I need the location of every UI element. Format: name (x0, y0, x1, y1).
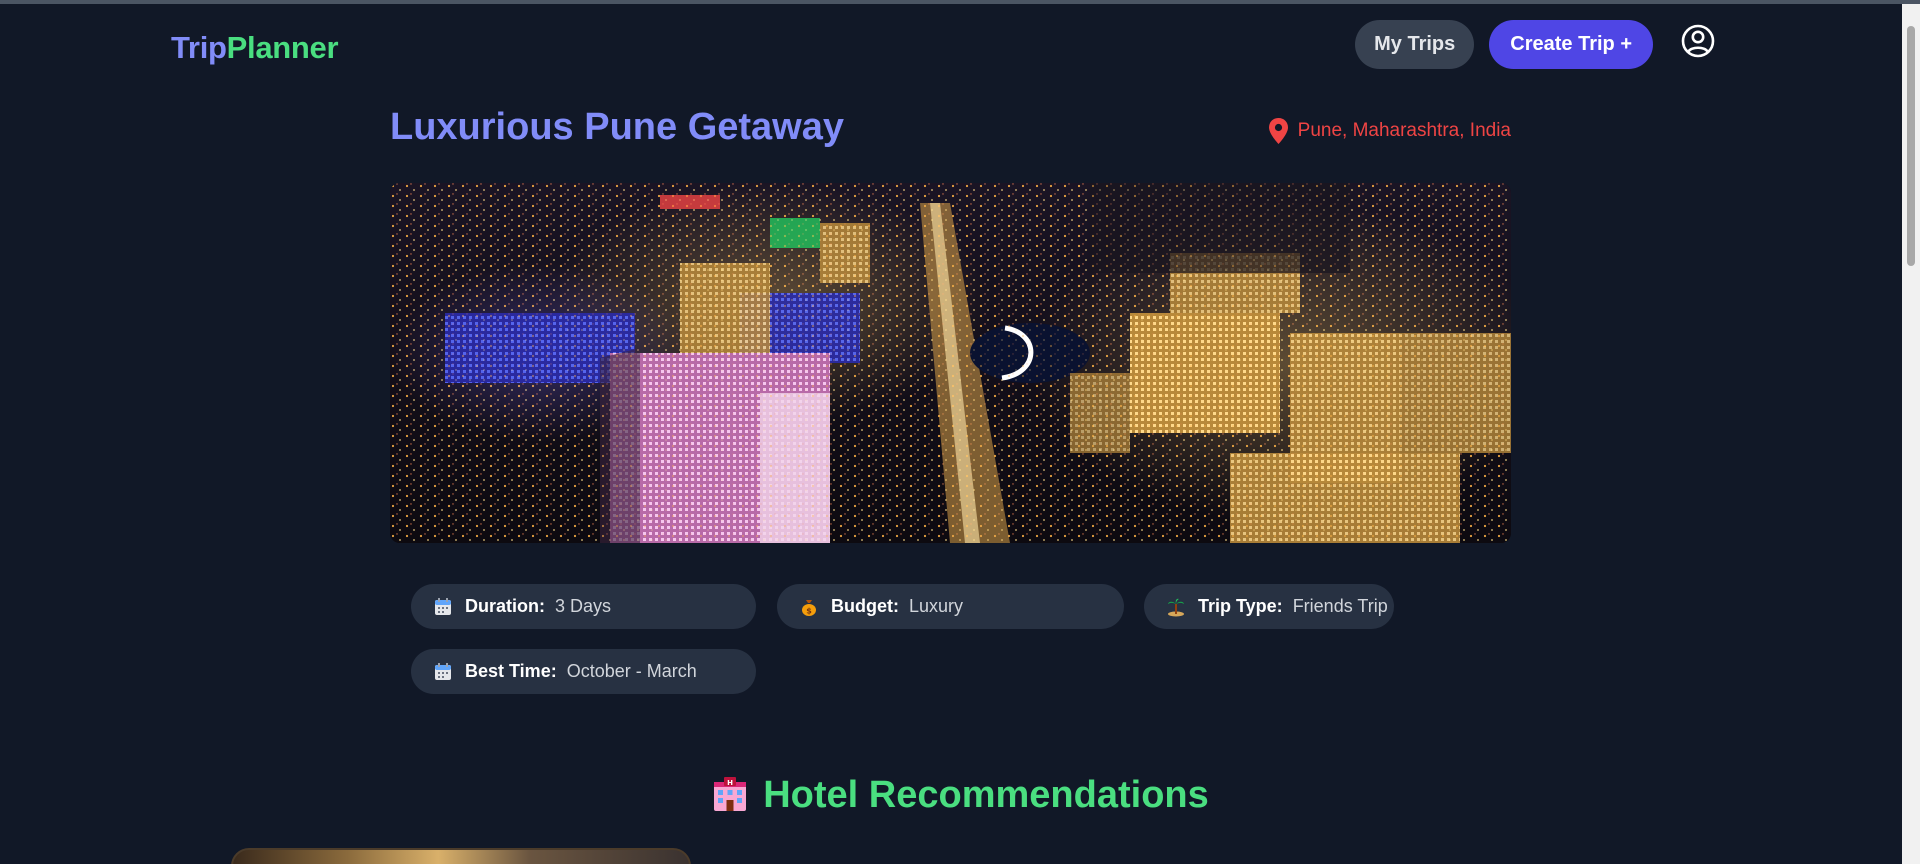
my-trips-button[interactable]: My Trips (1355, 20, 1475, 69)
svg-text:$: $ (806, 606, 812, 615)
user-circle-icon[interactable] (1678, 21, 1718, 61)
hotel-heading-text: Hotel Recommendations (763, 774, 1209, 816)
logo[interactable]: TripPlanner (171, 30, 339, 66)
trip-type-value: Friends Trip (1292, 596, 1388, 616)
hotel-icon: H (714, 777, 747, 811)
duration-label: Duration: (465, 596, 545, 616)
hotel-card[interactable] (231, 848, 691, 864)
top-nav: My Trips Create Trip + (1355, 20, 1718, 69)
hero-image (390, 183, 1511, 543)
calendar-icon (435, 662, 451, 680)
page-scrollbar[interactable] (1902, 4, 1920, 864)
map-pin-icon (1268, 118, 1288, 144)
budget-pill: $ Budget: Luxury (777, 584, 1124, 629)
money-bag-icon: $ (802, 599, 816, 616)
budget-label: Budget: (831, 596, 899, 616)
logo-part-planner: Planner (226, 30, 339, 65)
duration-pill: Duration: 3 Days (411, 584, 756, 629)
duration-value: 3 Days (555, 596, 612, 616)
page: TripPlanner My Trips Create Trip + Luxur… (0, 0, 1920, 864)
best-time-pill: Best Time: October - March (411, 649, 756, 694)
create-trip-button[interactable]: Create Trip + (1489, 20, 1653, 69)
best-time-label: Best Time: (465, 661, 557, 681)
scrollbar-thumb[interactable] (1907, 26, 1915, 266)
svg-text:H: H (727, 779, 733, 787)
trip-type-pill: Trip Type: Friends Trip (1144, 584, 1394, 629)
palm-island-icon (1168, 598, 1184, 616)
trip-location: Pune, Maharashtra, India (1268, 117, 1511, 145)
location-text: Pune, Maharashtra, India (1297, 120, 1511, 141)
calendar-icon (435, 597, 451, 615)
best-time-value: October - March (566, 661, 697, 681)
hotel-recommendations-heading: H Hotel Recommendations (0, 774, 1920, 817)
trip-type-label: Trip Type: (1198, 596, 1283, 616)
trip-title: Luxurious Pune Getaway (390, 106, 844, 148)
budget-value: Luxury (908, 596, 964, 616)
logo-part-trip: Trip (171, 30, 227, 65)
